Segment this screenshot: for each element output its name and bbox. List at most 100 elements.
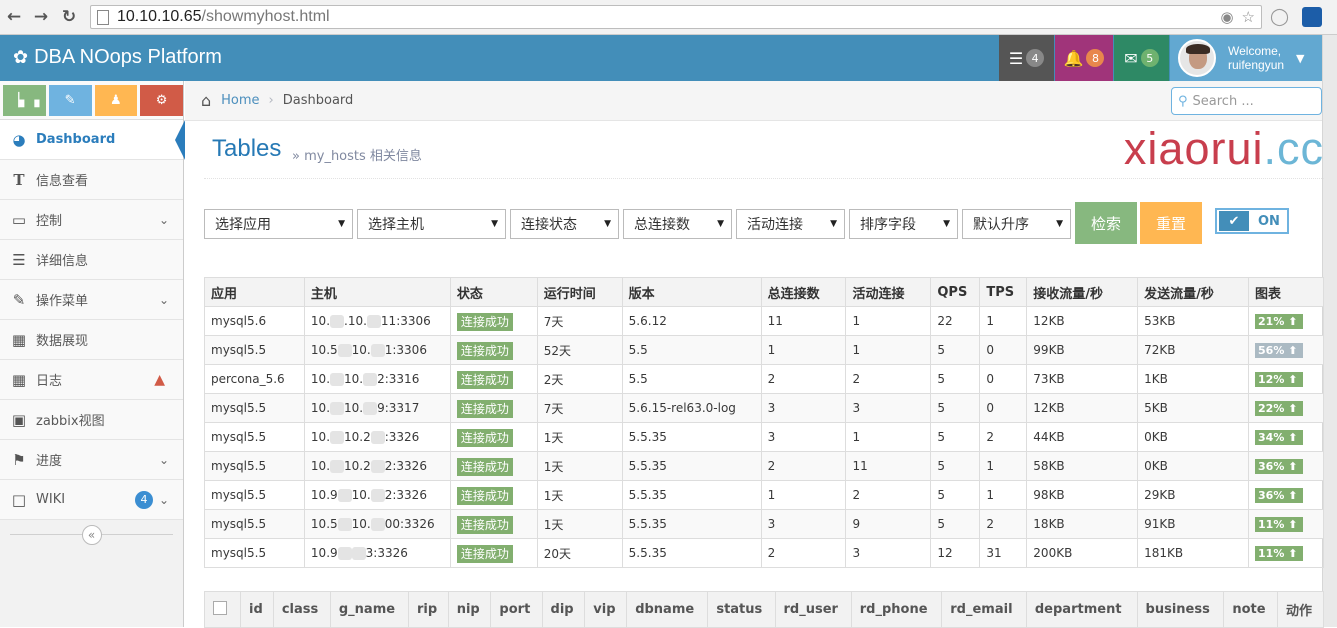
column-header[interactable]: QPS — [930, 277, 981, 307]
breadcrumb-home-link[interactable]: Home — [221, 93, 259, 108]
select-all-checkbox[interactable] — [213, 600, 227, 615]
cell-app: mysql5.5 — [204, 480, 305, 510]
messages-dropdown[interactable]: ✉ 5 — [1114, 35, 1169, 81]
shortcut-group-button[interactable]: ♟ — [94, 85, 138, 116]
double-left-icon: « — [87, 528, 96, 542]
column-header[interactable]: 发送流量/秒 — [1137, 277, 1250, 307]
column-header[interactable]: nip — [447, 591, 492, 628]
app-extension-icon[interactable] — [1302, 7, 1322, 27]
conn-status-select[interactable]: 连接状态 ▼ — [510, 209, 619, 239]
column-header[interactable]: dip — [541, 591, 586, 628]
total-conn-select[interactable]: 总连接数 ▼ — [623, 209, 732, 239]
app-select[interactable]: 选择应用 ▼ — [204, 209, 353, 239]
column-header[interactable]: rd_phone — [850, 591, 943, 628]
column-header[interactable]: rd_user — [774, 591, 852, 628]
back-icon[interactable]: ← — [3, 6, 25, 28]
table-row[interactable]: mysql5.5 10.5 10. 00:3326 连接成功 1天 5.5.35 3 9 5 2 18… — [204, 509, 1324, 539]
chart-percent-button[interactable]: 11% ⬆ — [1255, 516, 1304, 532]
chart-percent-button[interactable]: 11% ⬆ — [1255, 545, 1304, 561]
column-header[interactable]: id — [240, 591, 274, 628]
cell-status: 连接成功 — [449, 422, 538, 452]
sidebar-item-info[interactable]: T 信息查看 — [0, 160, 183, 200]
sidebar-item-logs[interactable]: ▦ 日志 ▲ — [0, 360, 183, 400]
extension-icon[interactable]: ◉ — [1220, 8, 1233, 26]
host-select[interactable]: 选择主机 ▼ — [357, 209, 506, 239]
tasks-dropdown[interactable]: ☰ 4 — [999, 35, 1054, 81]
search-button[interactable]: 检索 — [1075, 202, 1137, 244]
sidebar-item-control[interactable]: ▭ 控制 ⌄ — [0, 200, 183, 240]
column-header[interactable]: 版本 — [621, 277, 762, 307]
shortcut-cogs-button[interactable]: ⚙ — [140, 85, 183, 116]
pencil-icon: ✎ — [64, 93, 76, 108]
arrow-up-icon: ⬆ — [1284, 430, 1298, 444]
column-header[interactable]: 接收流量/秒 — [1026, 277, 1139, 307]
chart-percent-label: 56% — [1258, 343, 1285, 357]
bookmark-star-icon[interactable]: ☆ — [1242, 8, 1255, 26]
detail-table: id class g_name rip nip port dip vip dbname statu… — [204, 591, 1325, 628]
sidebar-item-details[interactable]: ☰ 详细信息 — [0, 240, 183, 280]
address-bar[interactable]: 10.10.10.65/showmyhost.html ◉ ☆ — [90, 5, 1262, 29]
table-row[interactable]: mysql5.5 10.9 10. 2:3326 连接成功 1天 5.5.35 1 2 5 1 98K… — [204, 480, 1324, 510]
chart-percent-button[interactable]: 36% ⬆ — [1255, 487, 1304, 503]
table-row[interactable]: percona_5.6 10. 10. 2:3316 连接成功 2天 5.5 2 2 5 0 73KB… — [204, 364, 1324, 394]
reload-icon[interactable]: ↻ — [58, 6, 80, 28]
sidebar-item-progress[interactable]: ⚑ 进度 ⌄ — [0, 440, 183, 480]
chart-percent-button[interactable]: 21% ⬆ — [1255, 313, 1304, 329]
search-input[interactable]: ⚲ Search ... — [1171, 87, 1322, 115]
column-header[interactable]: rip — [408, 591, 449, 628]
caret-down-icon: ▼ — [830, 219, 837, 229]
chart-percent-button[interactable]: 56% ⬆ — [1255, 342, 1304, 358]
table-row[interactable]: mysql5.5 10.9 3:3326 连接成功 20天 5.5.35 2 3 12 31 200… — [204, 538, 1324, 568]
column-header[interactable]: note — [1223, 591, 1278, 628]
column-header[interactable]: 应用 — [204, 277, 305, 307]
chart-percent-button[interactable]: 22% ⬆ — [1255, 400, 1304, 416]
column-header[interactable]: 图表 — [1248, 277, 1324, 307]
sort-field-select[interactable]: 排序字段 ▼ — [849, 209, 958, 239]
scrollbar[interactable] — [1322, 35, 1337, 627]
column-header[interactable]: 运行时间 — [536, 277, 623, 307]
column-header[interactable]: dbname — [626, 591, 709, 628]
table-row[interactable]: mysql5.6 10. .10. 11:3306 连接成功 7天 5.6.12 11 1 22 1… — [204, 306, 1324, 336]
brand[interactable]: ✿ DBA NOops Platform — [13, 46, 222, 69]
notifications-dropdown[interactable]: 🔔 8 — [1055, 35, 1113, 81]
active-conn-select[interactable]: 活动连接 ▼ — [736, 209, 845, 239]
column-header[interactable]: rd_email — [941, 591, 1027, 628]
column-header[interactable]: status — [707, 591, 776, 628]
column-header[interactable]: department — [1025, 591, 1138, 628]
shortcut-pencil-button[interactable]: ✎ — [48, 85, 92, 116]
column-header[interactable]: class — [272, 591, 331, 628]
collapse-sidebar-button[interactable]: « — [81, 525, 102, 545]
column-header[interactable]: 状态 — [449, 277, 538, 307]
sidebar-item-wiki[interactable]: □ WIKI 4 ⌄ — [0, 480, 183, 520]
sidebar-item-data-view[interactable]: ▦ 数据展现 — [0, 320, 183, 360]
chart-percent-button[interactable]: 36% ⬆ — [1255, 458, 1304, 474]
auto-refresh-toggle[interactable]: ✔ ON — [1215, 208, 1289, 234]
sidebar-item-dashboard[interactable]: ◕ Dashboard — [0, 120, 185, 160]
chart-percent-button[interactable]: 34% ⬆ — [1255, 429, 1304, 445]
column-header[interactable]: g_name — [329, 591, 410, 628]
column-header[interactable]: business — [1136, 591, 1225, 628]
column-header[interactable]: 动作 — [1276, 591, 1325, 628]
shortcut-signal-button[interactable]: ▕▖▗ — [3, 85, 46, 116]
dashboard-icon: ◕ — [12, 130, 26, 149]
notifications-badge: 8 — [1086, 49, 1105, 67]
sort-order-select[interactable]: 默认升序 ▼ — [962, 209, 1071, 239]
table-row[interactable]: mysql5.5 10. 10.2:3326 连接成功 1天 5.5.35 3 1 5 2 44KB… — [204, 422, 1324, 452]
column-header[interactable]: 活动连接 — [845, 277, 932, 307]
sidebar-item-operations[interactable]: ✎ 操作菜单 ⌄ — [0, 280, 183, 320]
column-header[interactable]: 总连接数 — [760, 277, 847, 307]
table-row[interactable]: mysql5.5 10. 10.2 2:3326 连接成功 1天 5.5.35 2 11 5 1 58… — [204, 451, 1324, 481]
caret-down-icon: ▼ — [1056, 219, 1063, 229]
chart-percent-button[interactable]: 12% ⬆ — [1255, 371, 1304, 387]
sidebar-item-zabbix[interactable]: ▣ zabbix视图 — [0, 400, 183, 440]
table-row[interactable]: mysql5.5 10.5 10. 1:3306 连接成功 52天 5.5 1 1 5 0 99KB 7… — [204, 335, 1324, 365]
forward-icon[interactable]: → — [30, 6, 52, 28]
reset-button[interactable]: 重置 — [1140, 202, 1202, 244]
globe-icon[interactable]: ◯ — [1270, 7, 1289, 27]
column-header[interactable]: 主机 — [303, 277, 451, 307]
column-header[interactable]: vip — [584, 591, 628, 628]
column-header[interactable]: port — [490, 591, 543, 628]
column-header[interactable]: TPS — [979, 277, 1028, 307]
user-menu[interactable]: Welcome, ruifengyun ▼ — [1170, 35, 1322, 81]
table-row[interactable]: mysql5.5 10. 10. 9:3317 连接成功 7天 5.6.15-rel63.0… — [204, 393, 1324, 423]
